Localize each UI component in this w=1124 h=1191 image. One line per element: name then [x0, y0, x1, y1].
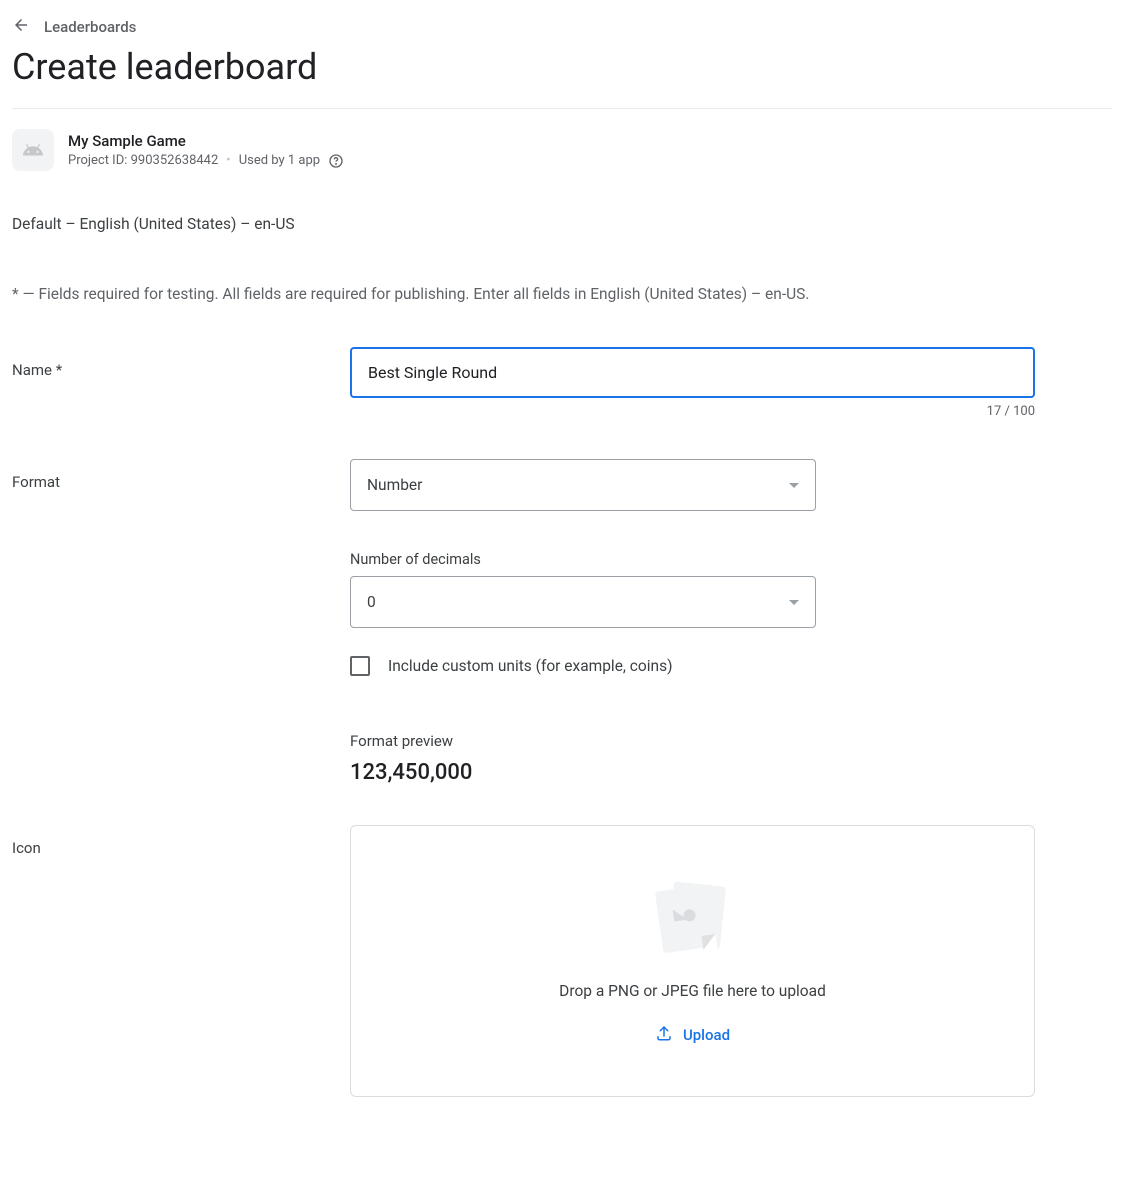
page-title: Create leaderboard [12, 46, 1112, 88]
separator-dot: • [226, 153, 230, 168]
name-input[interactable] [350, 347, 1035, 398]
breadcrumb-label: Leaderboards [44, 18, 136, 36]
custom-units-label: Include custom units (for example, coins… [388, 657, 672, 675]
game-name: My Sample Game [68, 132, 344, 150]
format-value: Number [367, 476, 422, 494]
divider [12, 108, 1112, 109]
format-select[interactable]: Number [350, 459, 816, 511]
chevron-down-icon [789, 600, 799, 605]
required-fields-hint: * — Fields required for testing. All fie… [12, 285, 1112, 303]
locale-text: Default – English (United States) – en-U… [12, 215, 1112, 233]
project-id: Project ID: 990352638442 [68, 153, 218, 168]
help-icon[interactable] [328, 153, 344, 169]
used-by: Used by 1 app [239, 153, 320, 168]
decimals-label: Number of decimals [350, 551, 1035, 568]
upload-icon [655, 1024, 673, 1046]
chevron-down-icon [789, 483, 799, 488]
android-icon [12, 129, 54, 171]
dropzone-text: Drop a PNG or JPEG file here to upload [559, 982, 826, 1000]
name-label: Name * [12, 347, 350, 379]
icon-dropzone[interactable]: Drop a PNG or JPEG file here to upload U… [350, 825, 1035, 1097]
upload-button[interactable]: Upload [655, 1024, 730, 1046]
name-char-counter: 17 / 100 [350, 404, 1035, 419]
icon-label: Icon [12, 825, 350, 857]
format-preview-label: Format preview [350, 732, 1035, 750]
game-header: My Sample Game Project ID: 990352638442 … [12, 129, 1112, 171]
format-preview-value: 123,450,000 [350, 760, 1035, 785]
arrow-left-icon [12, 16, 30, 38]
decimals-select[interactable]: 0 [350, 576, 816, 628]
format-label: Format [12, 459, 350, 491]
breadcrumb-back[interactable]: Leaderboards [12, 16, 1112, 38]
custom-units-checkbox[interactable] [350, 656, 370, 676]
file-stack-icon [653, 886, 733, 956]
decimals-value: 0 [367, 593, 376, 611]
upload-label: Upload [683, 1026, 730, 1044]
